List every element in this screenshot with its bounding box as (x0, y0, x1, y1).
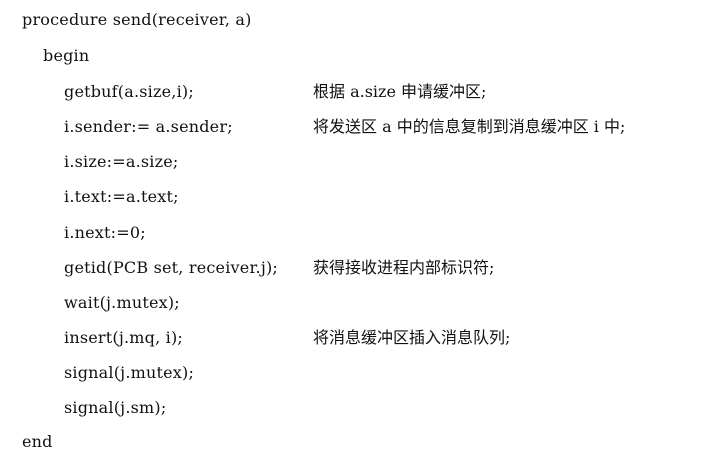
statement-code: i.sender:= a.sender; (64, 117, 233, 136)
statement-code: insert(j.mq, i); (64, 328, 184, 347)
procedure-header-line: procedure send(receiver, a) (0, 6, 722, 34)
begin-line: begin (0, 42, 722, 70)
statement-comment: 根据 a.size 申请缓冲区; (313, 82, 487, 101)
statement-line: getbuf(a.size,i); 根据 a.size 申请缓冲区; (0, 78, 722, 106)
begin-keyword: begin (43, 46, 90, 65)
statement-line: insert(j.mq, i); 将消息缓冲区插入消息队列; (0, 324, 722, 352)
statement-code: wait(j.mutex); (64, 293, 180, 312)
statement-code: signal(j.mutex); (64, 363, 195, 382)
statement-comment: 将消息缓冲区插入消息队列; (313, 328, 511, 347)
statement-line: signal(j.mutex); (0, 359, 722, 387)
statement-comment: 获得接收进程内部标识符; (313, 258, 495, 277)
statement-code: i.next:=0; (64, 223, 146, 242)
procedure-header: procedure send(receiver, a) (22, 10, 252, 29)
statement-line: i.size:=a.size; (0, 148, 722, 176)
statement-line: getid(PCB set, receiver.j); 获得接收进程内部标识符; (0, 254, 722, 282)
statement-code: i.size:=a.size; (64, 152, 179, 171)
statement-line: wait(j.mutex); (0, 289, 722, 317)
statement-line: signal(j.sm); (0, 394, 722, 422)
statement-code: getbuf(a.size,i); (64, 82, 194, 101)
statement-line: i.next:=0; (0, 219, 722, 247)
statement-line: i.sender:= a.sender; 将发送区 a 中的信息复制到消息缓冲区… (0, 113, 722, 141)
statement-code: getid(PCB set, receiver.j); (64, 258, 279, 277)
end-line: end (0, 428, 722, 456)
statement-line: i.text:=a.text; (0, 183, 722, 211)
procedure-listing: procedure send(receiver, a) begin getbuf… (0, 0, 722, 463)
statement-comment: 将发送区 a 中的信息复制到消息缓冲区 i 中; (313, 117, 626, 136)
end-keyword: end (22, 432, 53, 451)
statement-code: i.text:=a.text; (64, 187, 179, 206)
statement-code: signal(j.sm); (64, 398, 167, 417)
